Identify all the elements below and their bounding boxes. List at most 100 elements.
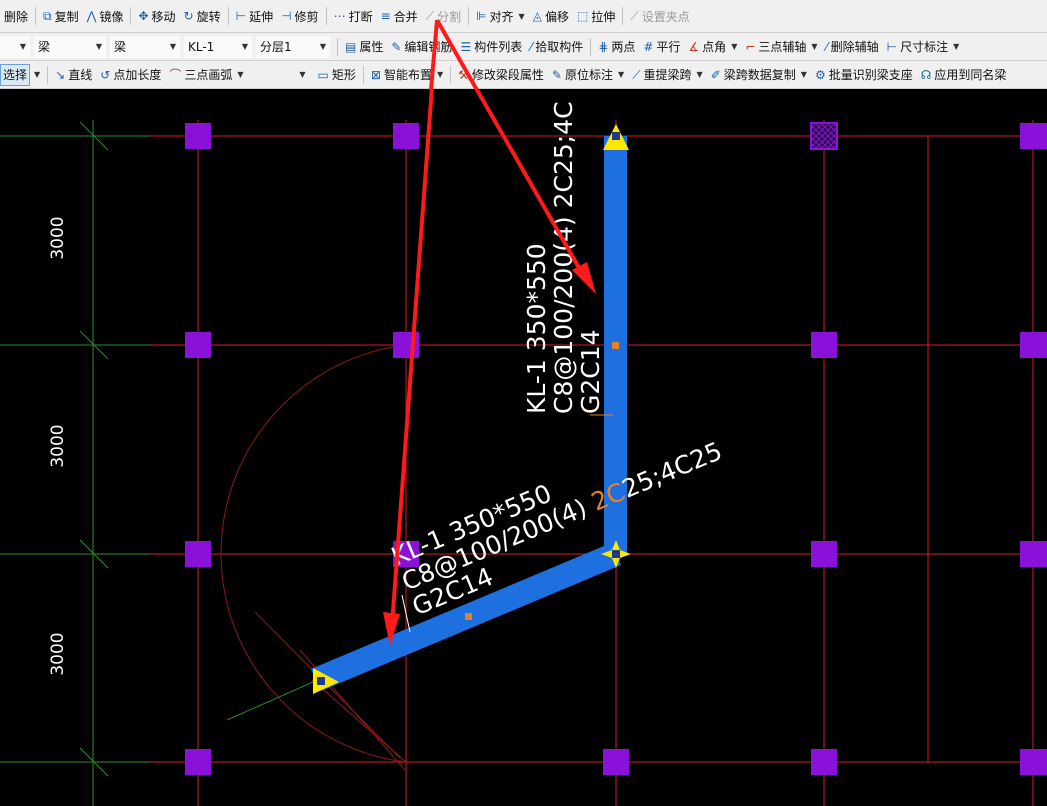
chevron-down-icon: ▼ [436, 70, 444, 79]
delete-label: 删除 [4, 9, 29, 24]
line-button[interactable]: ↘ 直线 [51, 63, 96, 87]
properties-icon: ▤ [345, 39, 357, 54]
move-button[interactable]: ✥ 移动 [134, 4, 179, 28]
chevron-down-icon: ▼ [19, 42, 26, 51]
column[interactable] [185, 332, 211, 358]
column[interactable] [1020, 749, 1047, 775]
chevron-down-icon: ▼ [731, 42, 738, 51]
break-button[interactable]: ⋯ 打断 [330, 4, 377, 28]
smart-layout-button[interactable]: ⊠ 智能布置 ▼ [367, 63, 447, 87]
chevron-down-icon[interactable]: ▼ [34, 70, 40, 79]
properties-label: 属性 [359, 40, 384, 54]
modify-icon: ⚒ [458, 67, 469, 82]
floor-select[interactable]: ▼ [0, 35, 30, 58]
dimension-icon: ⊢ [886, 39, 898, 54]
batch-identify-button[interactable]: ⚙ 批量识别梁支座 [811, 63, 917, 87]
rectangle-label: 矩形 [331, 68, 356, 82]
copy-button[interactable]: ⧉ 复制 [39, 4, 83, 28]
rectangle-button[interactable]: ▭ 矩形 [314, 63, 360, 87]
modify-span-props-label: 修改梁段属性 [471, 68, 544, 82]
copy-span-data-button[interactable]: ✐ 梁跨数据复制 ▼ [707, 63, 811, 87]
column[interactable] [811, 541, 837, 567]
drawing-canvas[interactable]: 3000 3000 3000 KL-1 350*550 C8@100/200(4… [0, 90, 1047, 806]
modify-span-props-button[interactable]: ⚒ 修改梁段属性 [454, 63, 548, 87]
two-points-button[interactable]: ⋕ 两点 [594, 35, 639, 59]
column[interactable] [185, 123, 211, 149]
rotate-button[interactable]: ↻ 旋转 [180, 4, 225, 28]
beam-side-rebar-text: G2C14 [576, 329, 605, 414]
point-length-button[interactable]: ↺ 点加长度 [96, 63, 165, 87]
merge-button[interactable]: ≡ 合并 [377, 4, 422, 28]
three-point-axis-button[interactable]: ⌐ 三点辅轴 ▼ [741, 35, 821, 59]
chevron-down-icon: ▼ [696, 70, 703, 79]
toolbar-separator [130, 7, 132, 25]
dimension-label: 尺寸标注 [900, 40, 949, 54]
column[interactable] [393, 123, 419, 149]
apply-same-name-button[interactable]: ☊ 应用到同名梁 [917, 63, 1011, 87]
extend-button[interactable]: ⊢ 延伸 [232, 4, 277, 28]
point-angle-button[interactable]: ∡ 点角 ▼ [684, 35, 741, 59]
break-label: 打断 [348, 9, 373, 24]
hatched-column[interactable] [810, 122, 838, 150]
column[interactable] [1020, 332, 1047, 358]
copy-label: 复制 [54, 9, 79, 24]
chevron-down-icon: ▼ [617, 70, 625, 79]
mirror-button[interactable]: ⋀ 镜像 [83, 4, 128, 28]
delete-button[interactable]: 删除 [0, 4, 32, 28]
column[interactable] [811, 332, 837, 358]
column[interactable] [1020, 541, 1047, 567]
trim-button[interactable]: ⊣ 修剪 [277, 4, 322, 28]
trim-icon: ⊣ [281, 9, 292, 23]
batch-identify-icon: ⚙ [814, 67, 826, 82]
category-select[interactable]: 梁 ▼ [34, 35, 106, 58]
edit-rebar-label: 编辑钢筋 [404, 40, 453, 54]
point-length-label: 点加长度 [113, 68, 162, 82]
chevron-down-icon: ▼ [241, 42, 248, 51]
column[interactable] [603, 749, 629, 775]
three-point-arc-button[interactable]: ⌒ 三点画弧 ▼ [165, 63, 247, 87]
offset-button[interactable]: ◬ 偏移 [529, 4, 573, 28]
delete-axis-button[interactable]: ⁄ 删除辅轴 [822, 35, 883, 59]
trim-label: 修剪 [294, 9, 319, 24]
column[interactable] [185, 749, 211, 775]
break-icon: ⋯ [333, 9, 346, 23]
merge-label: 合并 [393, 9, 418, 24]
beam-midpoint-grip[interactable] [465, 613, 472, 620]
pick-component-label: 拾取构件 [535, 40, 584, 54]
toolbar-separator [35, 7, 37, 25]
properties-button[interactable]: ▤ 属性 [341, 35, 387, 59]
re-extract-span-button[interactable]: ⟋ 重提梁跨 ▼ [628, 63, 707, 87]
component-list-button[interactable]: ☰ 构件列表 [456, 35, 526, 59]
layer-select[interactable]: 分层1 ▼ [256, 35, 330, 58]
set-grip-button[interactable]: ⟋ 设置夹点 [626, 4, 693, 28]
beam-name-text: KL-1 350*550 [522, 243, 551, 414]
type-select[interactable]: 梁 ▼ [110, 35, 180, 58]
dimension-button[interactable]: ⊢ 尺寸标注 ▼ [883, 35, 964, 59]
rectangle-icon: ▭ [317, 67, 329, 82]
beam-midpoint-grip[interactable] [612, 342, 619, 349]
select-button[interactable]: 选择 [0, 63, 31, 86]
move-icon: ✥ [138, 9, 149, 23]
parallel-button[interactable]: # 平行 [639, 35, 684, 59]
set-grip-label: 设置夹点 [641, 9, 690, 24]
split-button[interactable]: ⟋ 分割 [422, 4, 465, 28]
toolbar-separator [590, 37, 592, 56]
stretch-button[interactable]: ⬚ 拉伸 [573, 4, 619, 28]
column[interactable] [811, 749, 837, 775]
chevron-down-icon: ▼ [237, 70, 244, 79]
shape-select[interactable]: ▼ [247, 63, 310, 86]
canvas-background [0, 90, 1047, 806]
pick-component-button[interactable]: ⁄ 拾取构件 [526, 35, 587, 59]
column[interactable] [185, 541, 211, 567]
offset-icon: ◬ [532, 9, 542, 23]
component-select[interactable]: KL-1 ▼ [184, 35, 252, 58]
smart-layout-icon: ⊠ [370, 67, 381, 82]
in-situ-label-button[interactable]: ✎ 原位标注 ▼ [548, 63, 628, 87]
edit-rebar-button[interactable]: ✎ 编辑钢筋 [387, 35, 456, 59]
line-label: 直线 [68, 68, 93, 82]
align-button[interactable]: ⊫ 对齐 ▼ [472, 4, 529, 28]
toolbar-component: ▼ 梁 ▼ 梁 ▼ KL-1 ▼ 分层1 ▼ ▤ 属性 ✎ 编辑钢筋 ☰ 构件列表 ⁄ 拾取构件… [0, 33, 1047, 61]
column[interactable] [1020, 123, 1047, 149]
point-angle-icon: ∡ [688, 39, 700, 54]
chevron-down-icon: ▼ [953, 42, 960, 51]
